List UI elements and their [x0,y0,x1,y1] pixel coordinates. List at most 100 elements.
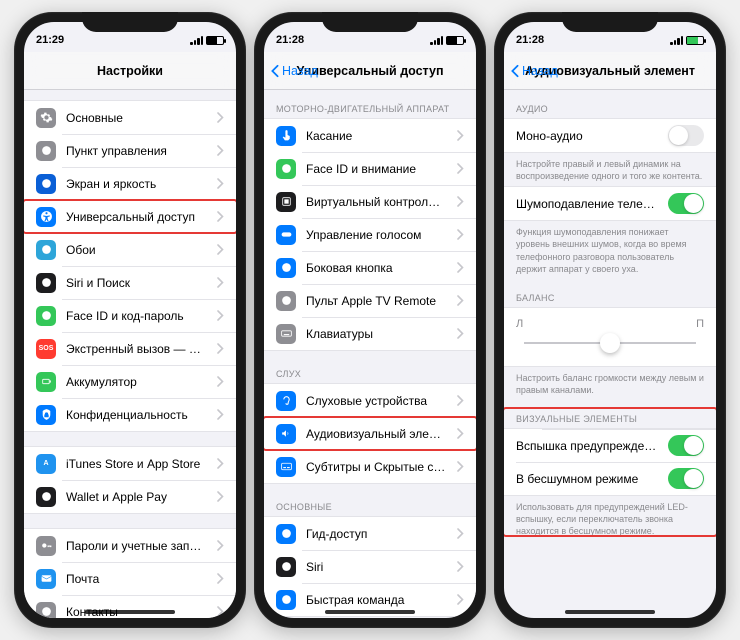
chevron-right-icon [457,428,464,439]
wallpaper-icon [36,240,56,260]
settings-row[interactable]: Экран и яркость [24,167,236,200]
row-label: Гид-доступ [306,527,447,541]
settings-row[interactable]: Face ID и код-пароль [24,299,236,332]
settings-row[interactable]: A iTunes Store и App Store [24,447,236,480]
slider-thumb[interactable] [600,333,620,353]
phone-frame-audiovisual: 21:28 Назад Аудиовизуальный элемент АУДИ… [494,12,726,628]
nav-bar: Назад Универсальный доступ [264,52,476,90]
content[interactable]: АУДИО Моно-аудио Настройте правый и левы… [504,90,716,618]
battery-icon [686,36,704,45]
status-time: 21:29 [36,34,64,46]
settings-row[interactable]: Гид-доступ [264,517,476,550]
row-label: Касание [306,129,447,143]
settings-row[interactable]: Siri [264,550,476,583]
back-button[interactable]: Назад [270,64,318,78]
row-label: Wallet и Apple Pay [66,490,207,504]
content[interactable]: МОТОРНО-ДВИГАТЕЛЬНЫЙ АППАРАТ Касание Fac… [264,90,476,618]
switch-icon [36,141,56,161]
battery-icon [446,36,464,45]
settings-row[interactable]: Субтитры и Скрытые субтитры [264,450,476,483]
row-label: Вспышка предупреждений [516,439,658,453]
row-label: Siri и Поиск [66,276,207,290]
nav-title: Настройки [97,64,163,78]
row-label: Экстренный вызов — SOS [66,342,207,356]
chevron-right-icon [457,594,464,605]
settings-row[interactable]: Контакты [24,595,236,618]
side-button-icon [276,258,296,278]
nav-bar: Настройки [24,52,236,90]
phone-frame-settings: 21:29 Настройки Основные Пункт управлени… [14,12,246,628]
chevron-right-icon [217,540,224,551]
row-label: Пункт управления [66,144,207,158]
section-footer: Настроить баланс громкости между левым и… [504,367,716,396]
row-label: Конфиденциальность [66,408,207,422]
toggle[interactable] [668,193,704,214]
section-footer: Использовать для предупреждений LED-вспы… [504,496,716,537]
settings-row[interactable]: Почта [24,562,236,595]
settings-row[interactable]: Siri и Поиск [24,266,236,299]
chevron-right-icon [457,328,464,339]
row-label: iTunes Store и App Store [66,457,207,471]
notch [82,12,178,32]
back-button[interactable]: Назад [510,64,558,78]
settings-row[interactable]: Аккумулятор [24,365,236,398]
settings-row[interactable]: Пароли и учетные записи [24,529,236,562]
settings-row[interactable]: Вспышка предупреждений [504,429,716,462]
toggle[interactable] [668,468,704,489]
settings-row[interactable]: Боковая кнопка [264,251,476,284]
keyboard-icon [276,324,296,344]
settings-row[interactable]: Универсальный доступ [24,200,236,233]
phone-frame-accessibility: 21:28 Назад Универсальный доступ МОТОРНО… [254,12,486,628]
settings-row[interactable]: Аудиовизуальный элемент [264,417,476,450]
chevron-right-icon [457,561,464,572]
settings-row[interactable]: SOS Экстренный вызов — SOS [24,332,236,365]
home-indicator[interactable] [565,610,655,614]
chevron-right-icon [457,262,464,273]
settings-row[interactable]: В бесшумном режиме [504,462,716,495]
section-footer: Функция шумоподавления понижает уровень … [504,221,716,275]
settings-row[interactable]: Касание [264,119,476,152]
toggle[interactable] [668,435,704,456]
settings-row[interactable]: Клавиатуры [264,317,476,350]
settings-row[interactable]: Конфиденциальность [24,398,236,431]
settings-row[interactable]: Обои [24,233,236,266]
section-header: АУДИО [504,90,716,118]
signal-icon [190,36,203,45]
accessibility-icon [36,207,56,227]
toggle[interactable] [668,125,704,146]
chevron-right-icon [217,376,224,387]
settings-row[interactable]: Шумоподавление телефона [504,187,716,220]
settings-row[interactable]: Моно-аудио [504,119,716,152]
section-header: БАЛАНС [504,279,716,307]
settings-row[interactable]: Face ID и внимание [264,152,476,185]
settings-row[interactable]: Основные [24,101,236,134]
row-label: Быстрая команда [306,593,447,607]
chevron-right-icon [217,343,224,354]
row-label: Виртуальный контроллер [306,195,447,209]
home-indicator[interactable] [85,610,175,614]
key-icon [36,536,56,556]
row-label: Face ID и внимание [306,162,447,176]
home-indicator[interactable] [325,610,415,614]
battery-icon [36,372,56,392]
settings-row[interactable]: Слуховые устройства [264,384,476,417]
chevron-right-icon [457,163,464,174]
row-label: Обои [66,243,207,257]
signal-icon [430,36,443,45]
chevron-right-icon [217,491,224,502]
chevron-right-icon [457,196,464,207]
chevron-right-icon [217,277,224,288]
settings-row[interactable]: Управление голосом [264,218,476,251]
screen: 21:29 Настройки Основные Пункт управлени… [24,22,236,618]
screen: 21:28 Назад Универсальный доступ МОТОРНО… [264,22,476,618]
sos-icon: SOS [36,339,56,359]
settings-row[interactable]: Wallet и Apple Pay [24,480,236,513]
settings-row[interactable]: Пункт управления [24,134,236,167]
content[interactable]: Основные Пункт управления Экран и яркост… [24,90,236,618]
row-label: Siri [306,560,447,574]
balance-slider[interactable]: ЛП [504,314,716,360]
chevron-right-icon [217,178,224,189]
settings-row[interactable]: Пульт Apple TV Remote [264,284,476,317]
chevron-right-icon [217,458,224,469]
settings-row[interactable]: Виртуальный контроллер [264,185,476,218]
